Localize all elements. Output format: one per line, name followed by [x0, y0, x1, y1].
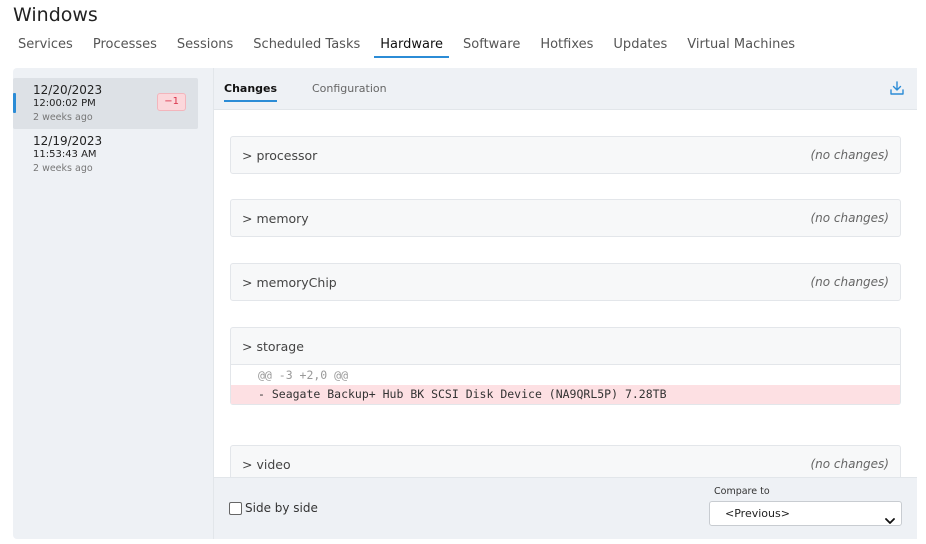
section-name: > storage [242, 338, 304, 354]
tab-hardware[interactable]: Hardware [370, 36, 453, 58]
tab-virtual-machines[interactable]: Virtual Machines [677, 36, 805, 58]
section-header[interactable]: > processor (no changes) [231, 137, 900, 173]
diff-removed-line: - Seagate Backup+ Hub BK SCSI Disk Devic… [231, 385, 900, 404]
section-memorychip: > memoryChip (no changes) [230, 263, 901, 301]
section-memory: > memory (no changes) [230, 199, 901, 237]
section-status: (no changes) [810, 148, 889, 162]
tab-hotfixes[interactable]: Hotfixes [530, 36, 603, 58]
section-status: (no changes) [810, 211, 889, 225]
section-name: > video [242, 456, 291, 472]
tab-updates[interactable]: Updates [603, 36, 677, 58]
removed-count-badge: −1 [157, 93, 186, 111]
changes-pane: Changes Configuration > processor (no ch… [213, 68, 917, 539]
section-header[interactable]: > storage [231, 328, 900, 364]
section-status: (no changes) [810, 457, 889, 471]
tab-sessions[interactable]: Sessions [167, 36, 243, 58]
section-header[interactable]: > video (no changes) [231, 446, 900, 477]
tab-scheduled-tasks[interactable]: Scheduled Tasks [243, 36, 370, 58]
hardware-panel: 12/20/2023 12:00:02 PM 2 weeks ago −1 12… [13, 68, 917, 539]
section-name: > processor [242, 147, 318, 163]
section-name: > memoryChip [242, 274, 337, 290]
subtab-changes[interactable]: Changes [224, 82, 278, 102]
section-name: > memory [242, 210, 309, 226]
snapshot-list: 12/20/2023 12:00:02 PM 2 weeks ago −1 12… [13, 78, 198, 180]
side-by-side-toggle[interactable]: Side by side [229, 501, 318, 515]
snapshot-time: 11:53:43 AM [33, 149, 97, 160]
snapshot-date: 12/19/2023 [33, 134, 103, 148]
compare-to-label: Compare to [714, 486, 770, 497]
compare-to-value: <Previous> [725, 507, 790, 520]
tab-software[interactable]: Software [453, 36, 530, 58]
tab-processes[interactable]: Processes [83, 36, 167, 58]
side-by-side-checkbox[interactable] [229, 501, 242, 515]
snapshot-relative-time: 2 weeks ago [33, 112, 93, 123]
diff-hunk-header: @@ -3 +2,0 @@ [258, 368, 349, 382]
snapshot-relative-time: 2 weeks ago [33, 163, 93, 174]
main-tabs: Services Processes Sessions Scheduled Ta… [8, 36, 805, 58]
snapshot-item-selected[interactable]: 12/20/2023 12:00:02 PM 2 weeks ago −1 [13, 78, 198, 129]
section-status: (no changes) [810, 275, 889, 289]
download-icon[interactable] [889, 80, 905, 96]
page-title: Windows [13, 4, 98, 26]
section-storage: > storage @@ -3 +2,0 @@ - Seagate Backup… [230, 327, 901, 405]
compare-footer: Side by side Compare to <Previous> [214, 477, 917, 539]
chevron-down-icon [885, 510, 895, 524]
diff-block: @@ -3 +2,0 @@ - Seagate Backup+ Hub BK S… [231, 364, 900, 404]
section-processor: > processor (no changes) [230, 136, 901, 174]
subtab-configuration[interactable]: Configuration [312, 82, 387, 100]
tab-services[interactable]: Services [8, 36, 83, 58]
section-header[interactable]: > memory (no changes) [231, 200, 900, 236]
compare-to-select[interactable]: <Previous> [709, 501, 902, 526]
side-by-side-label: Side by side [245, 501, 318, 515]
subtabs-bar: Changes Configuration [214, 68, 917, 110]
diff-content: > processor (no changes) > memory (no ch… [214, 111, 917, 477]
section-video: > video (no changes) [230, 445, 901, 477]
snapshot-item[interactable]: 12/19/2023 11:53:43 AM 2 weeks ago [13, 129, 198, 180]
section-header[interactable]: > memoryChip (no changes) [231, 264, 900, 300]
